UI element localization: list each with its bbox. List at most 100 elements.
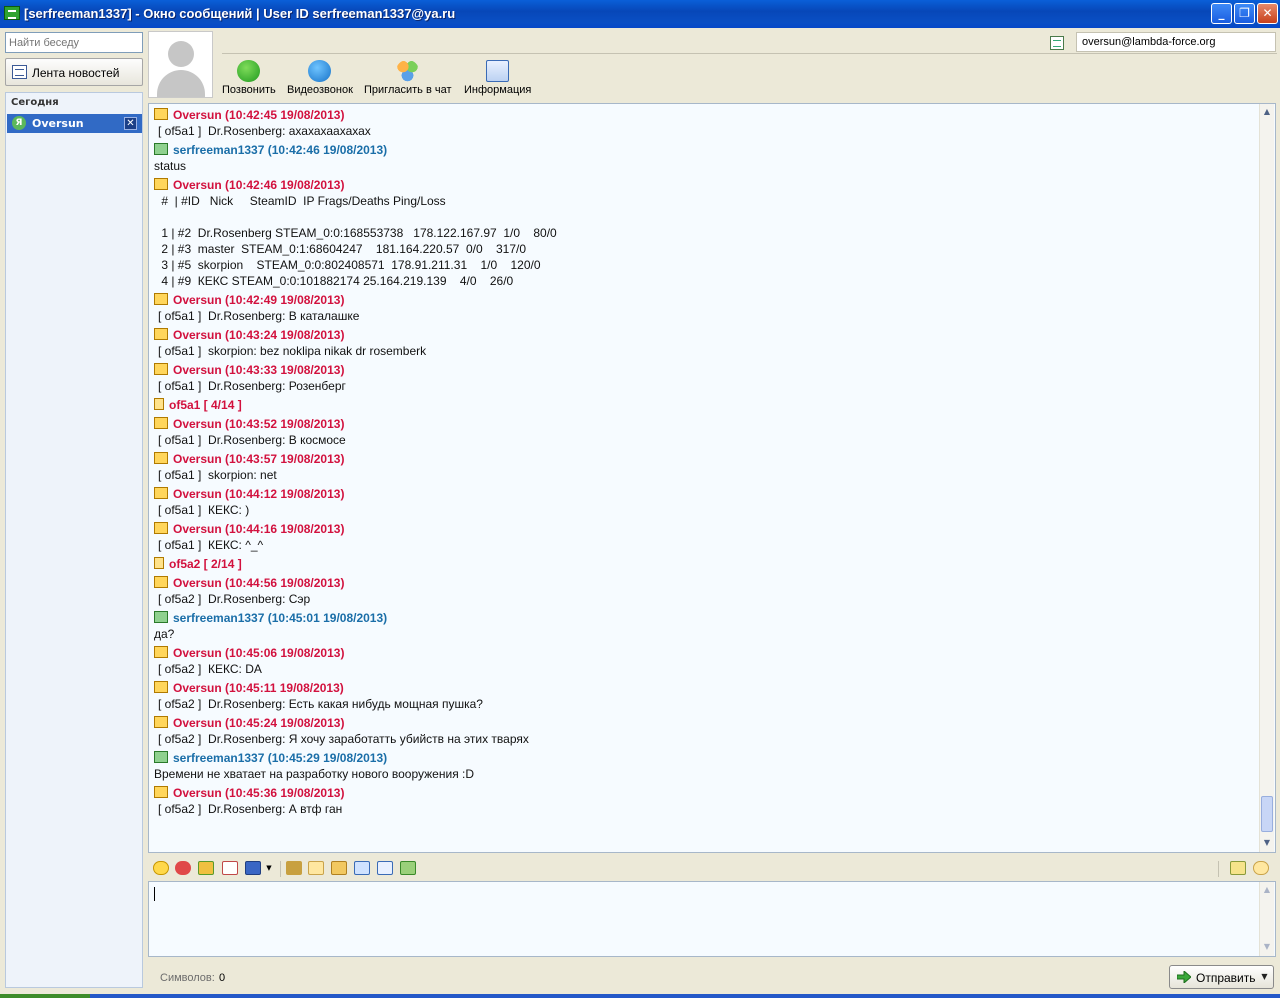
sticker-icon[interactable] bbox=[175, 861, 191, 875]
image-send-icon[interactable] bbox=[354, 861, 370, 875]
message-scrollbar[interactable]: ▲ ▼ bbox=[1259, 104, 1274, 852]
message-sender-time: Oversun (10:45:11 19/08/2013) bbox=[173, 681, 344, 695]
message-header: serfreeman1337 (10:45:29 19/08/2013) bbox=[154, 750, 1254, 766]
incoming-message-icon bbox=[154, 646, 168, 658]
folder-open-icon[interactable] bbox=[308, 861, 324, 875]
contact-name: Oversun bbox=[32, 117, 84, 130]
search-input[interactable] bbox=[5, 32, 143, 53]
outgoing-message-icon bbox=[154, 143, 168, 155]
message-sender-time: Oversun (10:43:52 19/08/2013) bbox=[173, 417, 345, 431]
calendar-icon[interactable] bbox=[222, 861, 238, 875]
message-text: 4 | #9 КЕКС STEAM_0:0:101882174 25.164.2… bbox=[158, 274, 514, 288]
group-icon bbox=[396, 60, 420, 82]
video-call-button[interactable]: Видеозвонок bbox=[287, 60, 353, 96]
avatar-head bbox=[168, 41, 194, 67]
news-feed-label: Лента новостей bbox=[32, 66, 120, 80]
folder-share-icon[interactable] bbox=[331, 861, 347, 875]
message-text: [ of5a1 ] КЕКС: ^_^ bbox=[158, 538, 264, 552]
close-button[interactable]: ✕ bbox=[1257, 3, 1278, 24]
message-item: Oversun (10:42:49 19/08/2013) [ of5a1 ] D… bbox=[154, 292, 1254, 324]
message-sender-time: serfreeman1337 (10:42:46 19/08/2013) bbox=[173, 143, 388, 157]
phone-icon bbox=[237, 60, 261, 82]
message-text: [ of5a2 ] КЕКС: DA bbox=[158, 662, 262, 676]
window-title: [serfreeman1337] - Окно сообщений | User… bbox=[24, 6, 456, 21]
mail-icon[interactable] bbox=[1050, 36, 1064, 50]
minimize-button[interactable]: _ bbox=[1211, 3, 1232, 24]
message-header: Oversun (10:45:36 19/08/2013) bbox=[154, 785, 1254, 801]
message-item: Oversun (10:45:24 19/08/2013) [ of5a2 ] D… bbox=[154, 715, 1254, 747]
input-scrollbar[interactable]: ▲ ▼ bbox=[1259, 882, 1274, 956]
send-button[interactable]: Отправить bbox=[1169, 965, 1257, 989]
message-sender-time: Oversun (10:43:24 19/08/2013) bbox=[173, 328, 345, 342]
message-item: Oversun (10:45:36 19/08/2013) [ of5a2 ] D… bbox=[154, 785, 1254, 817]
message-text: [ of5a1 ] skorpion: bez noklipa nikak dr… bbox=[158, 344, 427, 358]
message-item: of5a1 [ 4/14 ] bbox=[154, 397, 1254, 413]
message-header: Oversun (10:44:12 19/08/2013) bbox=[154, 486, 1254, 502]
account-selector[interactable]: oversun@lambda-force.org bbox=[1076, 32, 1276, 52]
spellcheck-icon[interactable] bbox=[1230, 861, 1246, 875]
group-label-today: Сегодня bbox=[11, 97, 59, 108]
incoming-message-icon bbox=[154, 328, 168, 340]
tools-icon[interactable] bbox=[286, 861, 302, 875]
message-header: Oversun (10:45:24 19/08/2013) bbox=[154, 715, 1254, 731]
incoming-message-icon bbox=[154, 786, 168, 798]
avatar[interactable] bbox=[148, 31, 213, 98]
file-transfer-icon[interactable] bbox=[400, 861, 416, 875]
maximize-button[interactable]: ❐ bbox=[1234, 3, 1255, 24]
message-sender-time: Oversun (10:44:16 19/08/2013) bbox=[173, 522, 345, 536]
message-item: serfreeman1337 (10:42:46 19/08/2013) stat… bbox=[154, 142, 1254, 174]
forward-icon[interactable] bbox=[198, 861, 214, 875]
message-item: Oversun (10:44:56 19/08/2013) [ of5a2 ] D… bbox=[154, 575, 1254, 607]
message-sender-time: Oversun (10:42:46 19/08/2013) bbox=[173, 178, 345, 192]
incoming-message-icon bbox=[154, 522, 168, 534]
incoming-message-icon bbox=[154, 487, 168, 499]
message-text: [ of5a1 ] КЕКС: ) bbox=[158, 503, 250, 517]
incoming-message-icon bbox=[154, 681, 168, 693]
message-text: [ of5a2 ] Dr.Rosenberg: Есть какая нибуд… bbox=[158, 697, 483, 711]
message-item: of5a2 [ 2/14 ] bbox=[154, 556, 1254, 572]
message-header: serfreeman1337 (10:45:01 19/08/2013) bbox=[154, 610, 1254, 626]
news-feed-button[interactable]: Лента новостей bbox=[5, 58, 143, 86]
note-icon bbox=[154, 398, 164, 410]
invite-to-chat-button[interactable]: Пригласить в чат bbox=[364, 60, 452, 96]
message-item: serfreeman1337 (10:45:01 19/08/2013) да? bbox=[154, 610, 1254, 642]
scroll-thumb[interactable] bbox=[1261, 796, 1273, 832]
call-button[interactable]: Позвонить bbox=[222, 60, 276, 96]
close-conversation-icon[interactable]: ✕ bbox=[124, 117, 137, 130]
scroll-up-arrow[interactable]: ▲ bbox=[1260, 105, 1274, 119]
sidebar: Лента новостей Сегодня Я Oversun ✕ bbox=[3, 30, 144, 990]
message-header: Oversun (10:44:56 19/08/2013) bbox=[154, 575, 1254, 591]
message-sender-time: serfreeman1337 (10:45:29 19/08/2013) bbox=[173, 751, 388, 765]
message-header: Oversun (10:44:16 19/08/2013) bbox=[154, 521, 1254, 537]
info-button[interactable]: Информация bbox=[464, 60, 531, 96]
message-text: Времени не хватает на разработку нового … bbox=[154, 767, 475, 781]
save-dropdown-icon[interactable]: ▼ bbox=[265, 861, 273, 875]
message-history[interactable]: Oversun (10:42:45 19/08/2013) [ of5a1 ] D… bbox=[148, 103, 1276, 853]
message-sender-time: Oversun (10:43:57 19/08/2013) bbox=[173, 452, 345, 466]
compose-toolbar: ▼ bbox=[148, 856, 1276, 880]
message-text: [ of5a1 ] Dr.Rosenberg: В космосе bbox=[158, 433, 346, 447]
input-scroll-down-arrow[interactable]: ▼ bbox=[1260, 940, 1274, 954]
scroll-down-arrow[interactable]: ▼ bbox=[1260, 836, 1274, 850]
conversation-item-oversun[interactable]: Я Oversun ✕ bbox=[7, 114, 142, 133]
compress-icon[interactable] bbox=[377, 861, 393, 875]
message-input[interactable]: ▲ ▼ bbox=[148, 881, 1276, 957]
message-sender-time: Oversun (10:42:45 19/08/2013) bbox=[173, 108, 345, 122]
message-list: Oversun (10:42:45 19/08/2013) [ of5a1 ] D… bbox=[154, 107, 1254, 820]
message-text: [ of5a1 ] Dr.Rosenberg: В каталашке bbox=[158, 309, 360, 323]
message-item: Oversun (10:42:45 19/08/2013) [ of5a1 ] D… bbox=[154, 107, 1254, 139]
note-icon bbox=[154, 557, 164, 569]
save-icon[interactable] bbox=[245, 861, 261, 875]
message-text: [ of5a1 ] skorpion: net bbox=[158, 468, 277, 482]
settings-gear-icon[interactable] bbox=[1253, 861, 1269, 875]
message-text: [ of5a1 ] Dr.Rosenberg: ахахахаахахах bbox=[158, 124, 371, 138]
incoming-message-icon bbox=[154, 363, 168, 375]
message-item: Oversun (10:43:57 19/08/2013) [ of5a1 ] s… bbox=[154, 451, 1254, 483]
message-text: [ of5a2 ] Dr.Rosenberg: Я хочу заработат… bbox=[158, 732, 529, 746]
message-sender-time: of5a1 [ 4/14 ] bbox=[169, 398, 242, 412]
input-scroll-up-arrow[interactable]: ▲ bbox=[1260, 883, 1274, 897]
message-text: 1 | #2 Dr.Rosenberg STEAM_0:0:168553738 … bbox=[158, 226, 557, 240]
info-label: Информация bbox=[464, 84, 532, 96]
smiley-icon[interactable] bbox=[153, 861, 169, 875]
send-options-dropdown[interactable]: ▼ bbox=[1256, 965, 1274, 989]
